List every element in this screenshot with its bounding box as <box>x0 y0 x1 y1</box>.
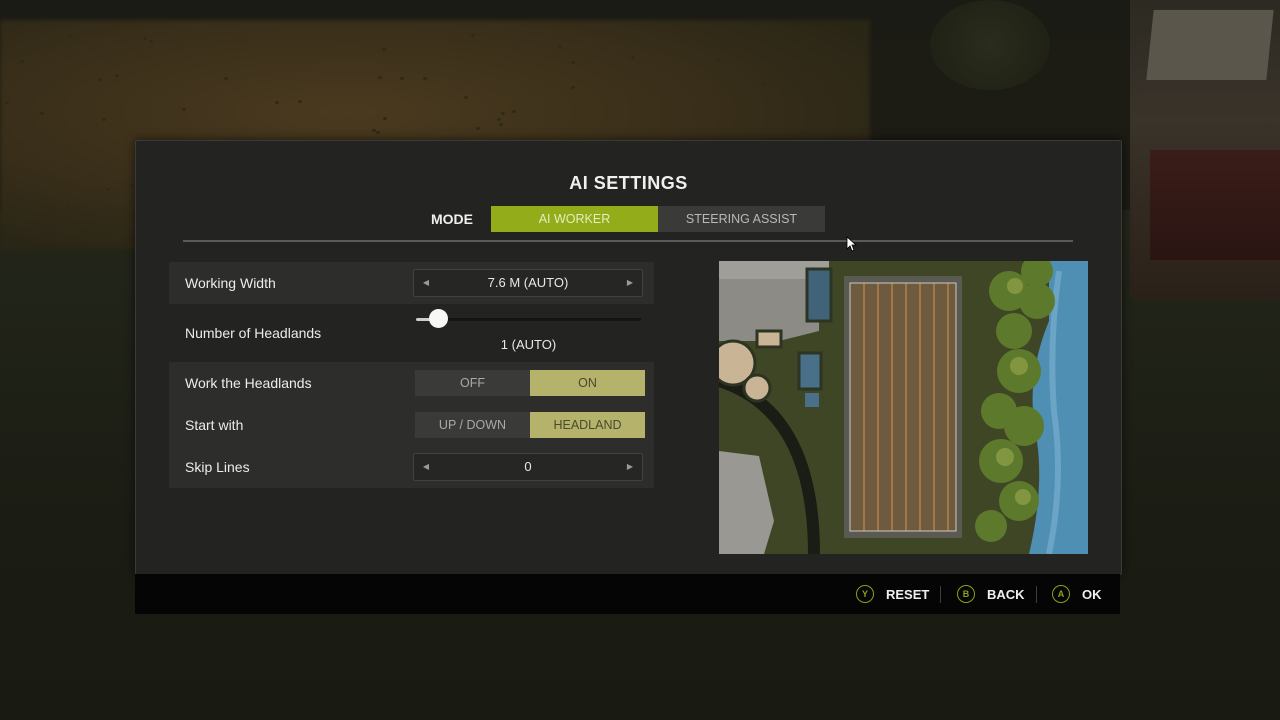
background-stubble <box>40 112 44 115</box>
start-with-headland-option[interactable]: HEADLAND <box>530 412 645 438</box>
background-stubble <box>631 56 635 59</box>
background-stubble <box>812 67 816 70</box>
headlands-slider-handle[interactable] <box>429 309 448 328</box>
page-title: AI SETTINGS <box>569 173 688 193</box>
working-width-label: Working Width <box>185 275 276 291</box>
background-trailer <box>1150 150 1280 260</box>
mode-label: MODE <box>431 211 473 227</box>
work-headlands-label: Work the Headlands <box>185 375 312 391</box>
background-stubble <box>224 77 228 80</box>
background-stubble <box>69 34 73 37</box>
separator <box>1036 586 1037 603</box>
gamepad-y-icon: Y <box>856 585 874 603</box>
background-stubble <box>423 77 427 80</box>
back-button[interactable]: B BACK <box>957 574 1025 614</box>
background-stubble <box>464 96 468 99</box>
work-headlands-off-option[interactable]: OFF <box>415 370 530 396</box>
working-width-value: 7.6 M (AUTO) <box>487 275 569 290</box>
reset-button-label: RESET <box>886 586 930 602</box>
background-stubble <box>182 108 186 111</box>
work-headlands-row: Work the Headlands OFF ON <box>169 362 654 404</box>
arrow-right-icon[interactable]: ▶ <box>620 454 640 480</box>
background-stubble <box>5 101 9 104</box>
background-stubble <box>143 37 147 40</box>
background-stubble <box>571 61 575 64</box>
background-stubble <box>558 45 562 48</box>
background-stubble <box>499 123 503 126</box>
headlands-slider[interactable] <box>416 318 641 321</box>
background-stubble <box>471 34 475 37</box>
gamepad-b-icon: B <box>957 585 975 603</box>
tab-steering-assist[interactable]: STEERING ASSIST <box>658 206 825 232</box>
field-map-image <box>719 261 1088 554</box>
background-roof <box>1146 10 1274 80</box>
skip-lines-row: Skip Lines ◀ 0 ▶ <box>169 446 654 488</box>
background-stubble <box>476 127 480 130</box>
background-stubble <box>76 228 80 231</box>
background-stubble <box>66 205 70 208</box>
headlands-value: 1 (AUTO) <box>500 337 557 352</box>
background-stubble <box>382 48 386 51</box>
headlands-label: Number of Headlands <box>185 325 322 341</box>
background-stubble <box>376 131 380 134</box>
background-stubble <box>102 118 106 121</box>
gamepad-a-icon: A <box>1052 585 1070 603</box>
background-stubble <box>149 40 153 43</box>
reset-button[interactable]: Y RESET <box>856 574 929 614</box>
mouse-cursor-icon <box>846 236 858 252</box>
skip-lines-stepper[interactable]: ◀ 0 ▶ <box>413 453 643 481</box>
arrow-right-icon[interactable]: ▶ <box>620 270 640 296</box>
start-with-row: Start with UP / DOWN HEADLAND <box>169 404 654 446</box>
start-with-label: Start with <box>185 417 244 433</box>
work-headlands-on-option[interactable]: ON <box>530 370 645 396</box>
background-stubble <box>130 184 134 187</box>
bottom-action-bar: Y RESET B BACK A OK <box>135 574 1120 614</box>
field-map-preview <box>719 261 1088 554</box>
back-button-label: BACK <box>987 586 1025 602</box>
work-headlands-toggle: OFF ON <box>415 370 645 396</box>
background-stubble <box>383 117 387 120</box>
background-stubble <box>811 94 815 97</box>
background-stubble <box>501 112 505 115</box>
skip-lines-value: 0 <box>524 459 532 474</box>
background-stubble <box>67 215 71 218</box>
ok-button[interactable]: A OK <box>1052 574 1102 614</box>
background-stubble <box>761 82 765 85</box>
background-stubble <box>497 118 501 121</box>
start-with-updown-option[interactable]: UP / DOWN <box>415 412 530 438</box>
background-stubble <box>716 59 720 62</box>
background-stubble <box>20 60 24 63</box>
start-with-toggle: UP / DOWN HEADLAND <box>415 412 645 438</box>
background-stubble <box>298 100 302 103</box>
background-stubble <box>400 77 404 80</box>
header-divider <box>183 240 1073 242</box>
background-stubble <box>378 76 382 79</box>
background-stubble <box>571 86 575 89</box>
working-width-row: Working Width ◀ 7.6 M (AUTO) ▶ <box>169 262 654 304</box>
ai-settings-panel: AI SETTINGS MODE AI WORKER STEERING ASSI… <box>135 140 1122 575</box>
tab-ai-worker[interactable]: AI WORKER <box>491 206 658 232</box>
background-stubble <box>98 78 102 81</box>
background-stubble <box>372 129 376 132</box>
separator <box>940 586 941 603</box>
background-stubble <box>106 188 110 191</box>
background-tree <box>930 0 1050 90</box>
background-stubble <box>115 74 119 77</box>
background-stubble <box>512 110 516 113</box>
background-stubble <box>275 101 279 104</box>
skip-lines-label: Skip Lines <box>185 459 250 475</box>
ok-button-label: OK <box>1082 586 1102 602</box>
working-width-stepper[interactable]: ◀ 7.6 M (AUTO) ▶ <box>413 269 643 297</box>
